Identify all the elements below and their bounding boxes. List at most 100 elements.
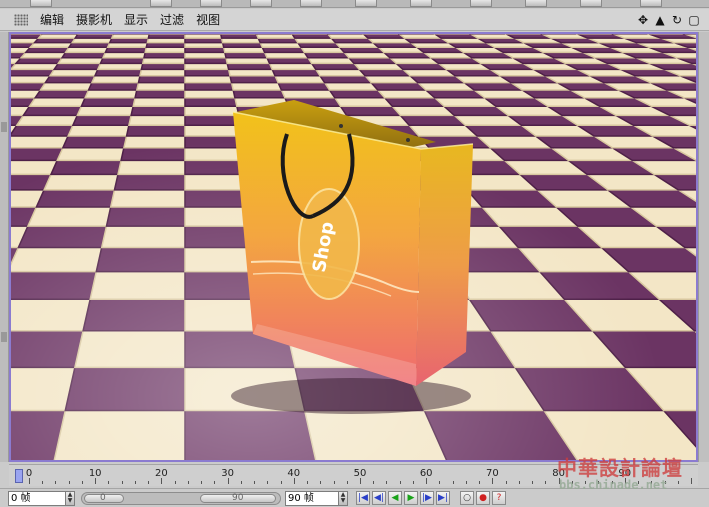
timeline-tick	[598, 481, 600, 484]
rotate-icon[interactable]: ↻	[670, 13, 684, 27]
toolbar-button[interactable]	[30, 0, 52, 7]
timeline-tick	[373, 481, 375, 484]
timeline-tick	[399, 481, 401, 484]
timeline-tick	[134, 481, 136, 484]
timeline-tick	[254, 481, 256, 484]
timeline-tick	[664, 481, 666, 484]
maximize-icon[interactable]: ▢	[687, 13, 701, 27]
timeline-tick	[505, 481, 507, 484]
slider-start-label: 0	[100, 492, 106, 503]
bag-side	[416, 144, 473, 386]
cinema4d-window: 编辑 摄影机 显示 过滤 视图 ✥ ▲ ↻ ▢ Shop 0 10 20 30 …	[0, 0, 709, 507]
timeline-tick	[95, 478, 97, 484]
toolbar-button[interactable]	[150, 0, 172, 7]
edge-handle[interactable]	[1, 122, 7, 132]
timeline-tick	[360, 478, 361, 484]
toolbar-button[interactable]	[200, 0, 222, 7]
grip-handle[interactable]	[14, 13, 28, 26]
timeline-tick	[174, 481, 176, 484]
end-frame-field[interactable]: 90 帧	[285, 490, 339, 506]
go-start-icon[interactable]: |◀	[356, 491, 370, 505]
timeline-tick	[691, 478, 692, 484]
timeline-tick	[161, 478, 163, 484]
menu-edit[interactable]: 编辑	[34, 9, 70, 31]
record-icon[interactable]: ●	[476, 491, 490, 505]
right-edge-strip	[698, 32, 709, 462]
timeline-playhead[interactable]	[15, 469, 23, 483]
go-end-icon[interactable]: ▶|	[436, 491, 450, 505]
timeline-tick	[651, 481, 653, 484]
step-back-icon[interactable]: ◀|	[372, 491, 386, 505]
menu-display[interactable]: 显示	[118, 9, 154, 31]
toolbar-button[interactable]	[525, 0, 547, 7]
frame-range-slider[interactable]: 0 90	[81, 491, 281, 505]
timeline-tick	[532, 481, 534, 484]
toolbar-button[interactable]	[410, 0, 432, 7]
timeline-tick	[386, 481, 388, 484]
timeline-tick	[55, 481, 57, 484]
move-icon[interactable]: ✥	[636, 13, 650, 27]
timeline-tick	[280, 481, 282, 484]
timeline-tick	[307, 481, 309, 484]
timeline-tick	[624, 478, 626, 484]
toolbar-button[interactable]	[640, 0, 662, 7]
timeline-tick	[108, 481, 110, 484]
timeline-tick	[42, 481, 44, 484]
record-mode-icon[interactable]: ○	[460, 491, 474, 505]
top-toolbar-strip	[0, 0, 709, 8]
play-back-icon[interactable]: ◀	[388, 491, 402, 505]
timeline-tick	[452, 481, 454, 484]
timeline-tick	[545, 481, 547, 484]
playback-controls: 0 帧 ▲ ▼ 0 90 90 帧 ▲ ▼ |◀ ◀| ◀ ▶ |▶ ▶| ○ ● …	[0, 488, 709, 507]
viewport-menubar: 编辑 摄影机 显示 过滤 视图 ✥ ▲ ↻ ▢	[0, 9, 709, 31]
toolbar-button[interactable]	[355, 0, 377, 7]
play-forward-icon[interactable]: ▶	[404, 491, 418, 505]
timeline-tick	[518, 481, 520, 484]
timeline-tick	[148, 481, 150, 484]
timeline-tick	[439, 481, 441, 484]
menu-filter[interactable]: 过滤	[154, 9, 190, 31]
start-frame-field[interactable]: 0 帧	[8, 490, 66, 506]
toolbar-button[interactable]	[580, 0, 602, 7]
edge-handle[interactable]	[1, 332, 7, 342]
left-edge-strip	[0, 32, 9, 462]
timeline-tick	[187, 481, 189, 484]
bag-shadow	[231, 378, 471, 414]
timeline-tick	[240, 481, 242, 484]
timeline-tick	[558, 478, 560, 484]
timeline-tick	[68, 481, 70, 484]
timeline-tick	[585, 481, 587, 484]
timeline-tick	[81, 481, 83, 484]
timeline-tick	[346, 481, 348, 484]
timeline-tick	[465, 481, 467, 484]
timeline-tick	[611, 481, 613, 484]
timeline-tick	[492, 478, 494, 484]
help-icon[interactable]: ?	[492, 491, 506, 505]
timeline-tick	[426, 478, 428, 484]
end-frame-spinner[interactable]: ▲ ▼	[339, 490, 348, 506]
triangle-icon[interactable]: ▲	[653, 13, 667, 27]
menu-view[interactable]: 视图	[190, 9, 226, 31]
timeline-tick	[638, 481, 640, 484]
timeline-tick	[29, 478, 30, 484]
timeline-tick	[121, 481, 123, 484]
timeline-tick	[201, 481, 203, 484]
toolbar-button[interactable]	[250, 0, 272, 7]
step-forward-icon[interactable]: |▶	[420, 491, 434, 505]
start-frame-spinner[interactable]: ▲ ▼	[66, 490, 75, 506]
timeline-ruler[interactable]: 0 10 20 30 40 50 60 70 80 90	[9, 464, 698, 486]
timeline-tick	[571, 481, 573, 484]
timeline-tick	[320, 481, 322, 484]
menu-camera[interactable]: 摄影机	[70, 9, 118, 31]
timeline-tick	[227, 478, 229, 484]
slider-end-label: 90	[232, 492, 244, 503]
timeline-tick	[479, 481, 481, 484]
timeline-tick	[267, 481, 269, 484]
toolbar-button[interactable]	[300, 0, 322, 7]
toolbar-button[interactable]	[470, 0, 492, 7]
timeline-tick	[333, 481, 335, 484]
timeline-tick	[293, 478, 295, 484]
render-viewport[interactable]: Shop	[9, 32, 698, 462]
timeline-tick	[214, 481, 216, 484]
timeline-tick	[412, 481, 414, 484]
